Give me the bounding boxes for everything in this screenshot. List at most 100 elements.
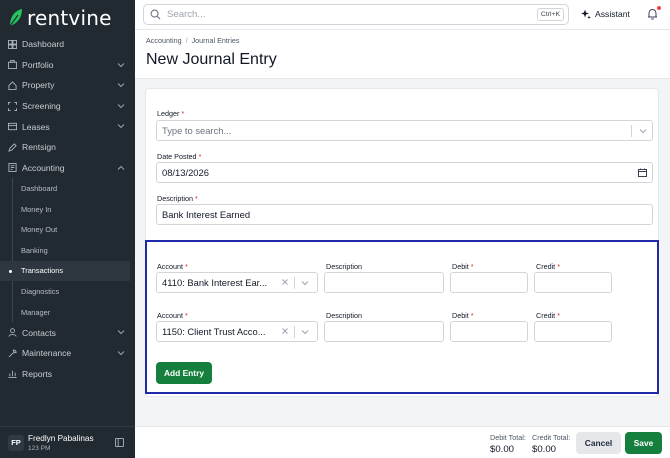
reports-icon — [7, 369, 17, 379]
sidebar-subitem-dashboard[interactable]: Dashboard — [0, 178, 135, 199]
dashboard-icon — [7, 39, 17, 49]
sidebar-item-label: Rentsign — [22, 142, 56, 153]
assistant-button[interactable]: Assistant — [581, 9, 630, 19]
chevron-down-icon — [301, 281, 309, 286]
add-entry-button[interactable]: Add Entry — [156, 362, 212, 384]
date-posted-label-text: Date Posted — [157, 152, 197, 161]
sidebar-item-label: Screening — [22, 101, 61, 112]
sidebar-item-property[interactable]: Property — [0, 75, 135, 96]
sidebar-collapse-icon[interactable] — [115, 438, 124, 447]
notification-bell-icon[interactable] — [647, 8, 658, 20]
chevron-down-icon — [117, 124, 125, 129]
credit-label-text: Credit — [536, 262, 556, 271]
credit-input[interactable] — [534, 321, 612, 342]
sidebar-subitem-label: Money In — [21, 204, 52, 214]
user-profile[interactable]: FP Fredlyn Pabalinas 123 PM — [0, 426, 135, 458]
sidebar-item-label: Dashboard — [22, 39, 65, 50]
debit-input[interactable] — [450, 272, 528, 293]
credit-total-label: Credit Total: — [532, 433, 571, 442]
date-posted-input[interactable]: 08/13/2026 — [156, 162, 653, 183]
sparkle-icon — [581, 9, 591, 19]
ledger-placeholder: Type to search... — [162, 125, 232, 136]
account-label-text: Account — [157, 311, 183, 320]
portfolio-icon — [7, 60, 17, 70]
ledger-label-text: Ledger — [157, 109, 180, 118]
cancel-button[interactable]: Cancel — [576, 432, 621, 454]
accounting-submenu: Dashboard Money In Money Out Banking Tra… — [0, 178, 135, 323]
rentsign-icon — [7, 142, 17, 152]
sidebar-item-screening[interactable]: Screening — [0, 96, 135, 117]
sidebar-subitem-label: Diagnostics — [21, 286, 60, 296]
footer-bar: Debit Total: $0.00 Credit Total: $0.00 C… — [135, 426, 670, 458]
journal-entries-section: Account * 4110: Bank Interest Ear... Des… — [145, 240, 659, 394]
entry-description-input[interactable] — [324, 272, 444, 293]
entry-description-label: Description — [326, 262, 362, 271]
sidebar-item-label: Contacts — [22, 327, 56, 338]
sidebar-item-label: Accounting — [22, 162, 65, 173]
sidebar-item-maintenance[interactable]: Maintenance — [0, 343, 135, 364]
account-select[interactable]: 4110: Bank Interest Ear... — [156, 272, 318, 293]
property-icon — [7, 80, 17, 90]
search-input[interactable]: Search... Ctrl+K — [143, 4, 569, 25]
account-label: Account * — [157, 262, 188, 271]
sidebar-item-accounting[interactable]: Accounting — [0, 158, 135, 179]
rentvine-logo[interactable]: rentvine — [8, 6, 112, 30]
accounting-icon — [7, 163, 17, 173]
account-value: 1150: Client Trust Acco... — [162, 326, 266, 337]
description-input[interactable]: Bank Interest Earned — [156, 204, 653, 225]
sidebar-nav: Dashboard Portfolio Property Screening L… — [0, 34, 135, 384]
save-button[interactable]: Save — [625, 432, 662, 454]
user-subtitle: 123 PM — [28, 444, 51, 452]
user-name: Fredlyn Pabalinas — [28, 433, 94, 443]
sidebar-item-reports[interactable]: Reports — [0, 364, 135, 385]
debit-label: Debit * — [452, 262, 474, 271]
sidebar-item-portfolio[interactable]: Portfolio — [0, 55, 135, 76]
sidebar-subitem-banking[interactable]: Banking — [0, 240, 135, 261]
breadcrumb-accounting[interactable]: Accounting — [146, 36, 182, 45]
sidebar-item-label: Property — [22, 80, 55, 91]
breadcrumb-separator: / — [185, 36, 188, 45]
sidebar-subitem-money-out[interactable]: Money Out — [0, 219, 135, 240]
clear-icon[interactable] — [281, 278, 289, 286]
sidebar-subitem-label: Manager — [21, 307, 51, 317]
sidebar-item-rentsign[interactable]: Rentsign — [0, 137, 135, 158]
account-select[interactable]: 1150: Client Trust Acco... — [156, 321, 318, 342]
chevron-down-icon — [639, 129, 647, 134]
chevron-down-icon — [117, 330, 125, 335]
calendar-icon[interactable] — [638, 168, 647, 177]
top-bar: Search... Ctrl+K Assistant — [135, 0, 670, 30]
select-divider — [294, 277, 295, 289]
active-indicator-dot — [9, 269, 12, 273]
description-label-text: Description — [157, 194, 193, 203]
account-value: 4110: Bank Interest Ear... — [162, 277, 268, 288]
select-divider — [294, 326, 295, 338]
debit-label-text: Debit — [452, 262, 469, 271]
clear-icon[interactable] — [281, 327, 289, 335]
sidebar-subitem-money-in[interactable]: Money In — [0, 199, 135, 220]
contacts-icon — [7, 328, 17, 338]
credit-label: Credit * — [536, 262, 560, 271]
ledger-select[interactable]: Type to search... — [156, 120, 653, 141]
sidebar-subitem-transactions[interactable]: Transactions — [0, 260, 130, 282]
sidebar-item-leases[interactable]: Leases — [0, 116, 135, 137]
wrench-icon — [7, 348, 17, 358]
credit-total-value: $0.00 — [532, 444, 557, 455]
sidebar: rentvine Dashboard Portfolio Property Sc… — [0, 0, 135, 458]
chevron-down-icon — [301, 330, 309, 335]
chevron-down-icon — [117, 83, 125, 88]
chevron-down-icon — [117, 62, 125, 67]
breadcrumb-journal-entries[interactable]: Journal Entries — [192, 36, 240, 45]
credit-input[interactable] — [534, 272, 612, 293]
sidebar-item-contacts[interactable]: Contacts — [0, 322, 135, 343]
entry-description-label: Description — [326, 311, 362, 320]
entry-description-input[interactable] — [324, 321, 444, 342]
credit-label-text: Credit — [536, 311, 556, 320]
ledger-label: Ledger * — [157, 109, 185, 118]
debit-label-text: Debit — [452, 311, 469, 320]
description-value: Bank Interest Earned — [162, 209, 251, 220]
sidebar-item-dashboard[interactable]: Dashboard — [0, 34, 135, 55]
sidebar-subitem-diagnostics[interactable]: Diagnostics — [0, 281, 135, 302]
debit-input[interactable] — [450, 321, 528, 342]
brand-name: rentvine — [27, 6, 112, 30]
sidebar-subitem-manager[interactable]: Manager — [0, 302, 135, 323]
